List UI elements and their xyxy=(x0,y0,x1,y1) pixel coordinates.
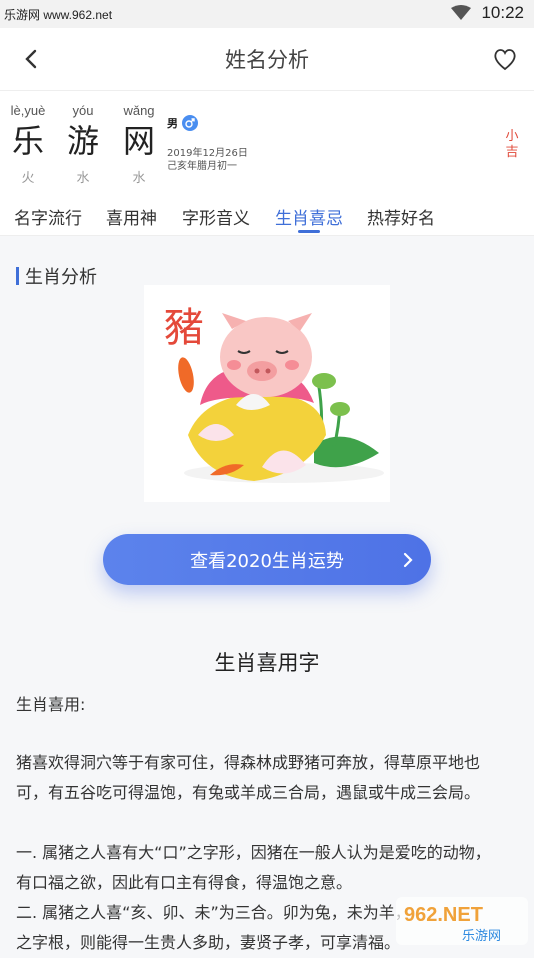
status-icons: 10:22 xyxy=(451,3,524,23)
tab-character-meaning[interactable]: 字形音义 xyxy=(182,204,250,229)
birth-date: 2019年12月26日 xyxy=(167,147,248,160)
male-symbol-icon xyxy=(182,115,198,131)
content-paragraph-line: 可，有五谷吃可得温饱，有兔或羊成三合局，遇鼠或牛成三会局。 xyxy=(16,778,520,808)
char-element: 火 xyxy=(4,167,52,186)
char-pinyin: lè,yuè xyxy=(4,103,52,121)
gender-badge: 男 xyxy=(167,115,198,131)
char-pinyin: wǎng xyxy=(115,103,163,121)
tab-favorable-god[interactable]: 喜用神 xyxy=(106,204,157,229)
tab-bar: 名字流行 喜用神 字形音义 生肖喜忌 热荐好名 xyxy=(0,192,534,236)
app-bar: 姓名分析 xyxy=(0,28,534,90)
tab-name-popularity[interactable]: 名字流行 xyxy=(14,204,82,229)
favorite-heart-icon[interactable] xyxy=(490,44,520,74)
tab-zodiac-preferences[interactable]: 生肖喜忌 xyxy=(275,204,343,229)
wifi-icon xyxy=(451,5,471,21)
birth-info: 2019年12月26日 己亥年腊月初一 xyxy=(167,147,248,173)
watermark-sub-text: 乐游网 xyxy=(462,929,501,944)
active-tab-indicator xyxy=(298,230,320,233)
status-carrier-text: 乐游网 www.962.net xyxy=(4,6,112,23)
gender-label: 男 xyxy=(167,115,178,131)
content-paragraph-line: 猪喜欢得洞穴等于有家可住，得森林成野猪可奔放，得草原平地也 xyxy=(16,748,520,778)
watermark-logo-text: 962.NET xyxy=(404,904,483,926)
luck-rating: 小吉 xyxy=(504,129,520,161)
page-title: 姓名分析 xyxy=(0,44,534,74)
site-watermark-logo: 962.NET 乐游网 xyxy=(396,897,528,945)
name-card: lè,yuè 乐 火 yóu 游 水 wǎng 网 水 男 2019年12月26… xyxy=(0,90,534,192)
lunar-date: 己亥年腊月初一 xyxy=(167,160,248,173)
content-paragraph-line: 一. 属猪之人喜有大“口”之字形，因猪在一般人认为是爱吃的动物， xyxy=(16,838,520,868)
status-time: 10:22 xyxy=(481,3,524,23)
char-hanzi: 乐 xyxy=(4,121,52,161)
char-element: 水 xyxy=(59,167,107,186)
tab-recommended-names[interactable]: 热荐好名 xyxy=(367,204,435,229)
char-element: 水 xyxy=(115,167,163,186)
section-accent-bar xyxy=(16,267,19,285)
char-hanzi: 网 xyxy=(115,121,163,161)
name-char-2: yóu 游 水 xyxy=(59,91,107,186)
name-char-3: wǎng 网 水 xyxy=(115,91,163,186)
cta-label: 查看2020生肖运势 xyxy=(190,547,344,573)
section-title: 生肖分析 xyxy=(25,263,97,289)
zodiac-pig-illustration: 豬 xyxy=(144,285,390,502)
zodiac-character: 豬 xyxy=(164,305,204,351)
char-hanzi: 游 xyxy=(59,121,107,161)
char-pinyin: yóu xyxy=(59,103,107,121)
content-paragraph-line: 有口福之欲，因此有口主有得食，得温饱之意。 xyxy=(16,868,520,898)
content-heading: 生肖喜用字 xyxy=(0,647,534,677)
zodiac-fortune-2020-button[interactable]: 查看2020生肖运势 xyxy=(103,534,431,585)
chevron-right-icon xyxy=(399,550,417,570)
name-char-1: lè,yuè 乐 火 xyxy=(4,91,52,186)
content-intro: 生肖喜用: xyxy=(16,690,520,720)
section-header: 生肖分析 xyxy=(16,263,97,289)
status-bar: 乐游网 www.962.net 10:22 xyxy=(0,0,534,28)
